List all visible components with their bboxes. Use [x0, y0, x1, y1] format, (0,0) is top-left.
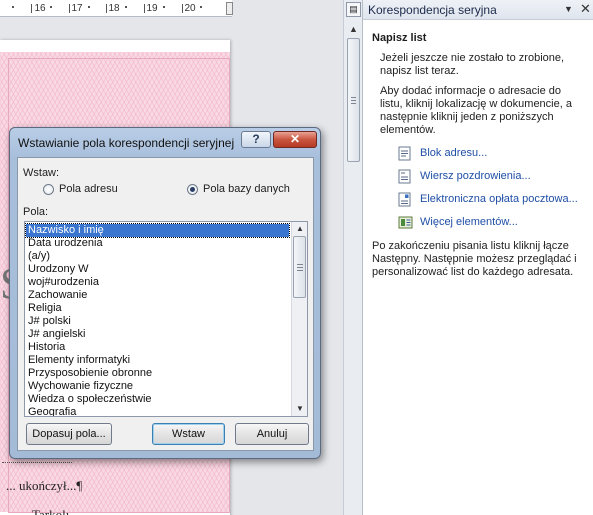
close-button[interactable]: ✕	[273, 131, 317, 148]
task-pane-title: Korespondencja seryjna	[368, 3, 497, 17]
link-label: Wiersz pozdrowienia...	[420, 170, 531, 182]
scroll-up-icon[interactable]: ▲	[346, 22, 361, 36]
list-item[interactable]: J# polski	[26, 315, 289, 328]
list-scrollbar[interactable]: ▲ ▼	[291, 222, 307, 416]
list-item[interactable]: Wiedza o społeczeństwie	[26, 393, 289, 406]
page-text-line: Tarkolı	[32, 507, 70, 515]
help-button[interactable]: ?	[241, 131, 271, 148]
greeting-line-link[interactable]: Wiersz pozdrowienia...	[398, 169, 578, 185]
scroll-thumb[interactable]	[347, 38, 360, 162]
link-label: Więcej elementów...	[420, 216, 518, 228]
list-item[interactable]: Religia	[26, 302, 289, 315]
ruler-dot	[88, 6, 90, 8]
dialog-body: Wstaw: Pola adresu Pola bazy danych Pola…	[17, 157, 314, 451]
ruler-mark	[31, 4, 32, 13]
link-label: Blok adresu...	[420, 147, 488, 159]
fields-label: Pola:	[23, 206, 49, 218]
address-block-link[interactable]: Blok adresu...	[398, 146, 578, 162]
ruler-margin-marker[interactable]	[226, 2, 233, 15]
list-item[interactable]: (a/y)	[26, 250, 289, 263]
instruction-text: Jeżeli jeszcze nie zostało to zrobione, …	[380, 52, 565, 77]
mail-merge-task-pane: Korespondencja seryjna ▼ ✕ Napisz list J…	[362, 0, 593, 515]
ruler-dot	[125, 6, 127, 8]
radio-circle-selected	[187, 184, 198, 195]
pane-close-icon[interactable]: ✕	[580, 1, 591, 17]
task-pane-header: Korespondencja seryjna ▼ ✕	[363, 0, 593, 20]
ruler-dot	[12, 6, 14, 8]
list-item[interactable]: Data urodzenia	[26, 237, 289, 250]
list-scroll-thumb[interactable]	[293, 236, 306, 298]
instruction-text: Po zakończeniu pisania listu kliknij łąc…	[372, 240, 577, 278]
insert-merge-field-dialog: Wstawianie pola korespondencji seryjnej …	[9, 127, 321, 459]
scroll-down-icon[interactable]: ▼	[292, 402, 307, 416]
page-text-line: ... ukończył...¶	[6, 478, 83, 493]
radio-circle	[43, 184, 54, 195]
more-items-link[interactable]: Więcej elementów...	[398, 215, 578, 231]
grip-icon	[351, 97, 356, 104]
ruler-mark	[144, 4, 145, 13]
list-item[interactable]: Elementy informatyki	[26, 354, 289, 367]
page-dotted-line	[2, 462, 72, 463]
ruler-dot	[200, 6, 202, 8]
ruler-dot	[163, 6, 165, 8]
list-item[interactable]: Wychowanie fizyczne	[26, 380, 289, 393]
fields-listbox[interactable]: Nazwisko i imię Data urodzenia (a/y) Uro…	[24, 221, 308, 417]
insert-button[interactable]: Wstaw	[152, 423, 225, 445]
document-vertical-scrollbar[interactable]: ▤ ▲	[343, 0, 362, 515]
electronic-postage-link[interactable]: Elektroniczna opłata pocztowa...	[398, 192, 588, 208]
step-heading: Napisz list	[372, 32, 427, 44]
ruler-dot	[50, 6, 52, 8]
insert-label: Wstaw:	[23, 167, 60, 179]
list-item[interactable]: Przysposobienie obronne	[26, 367, 289, 380]
ruler-tick: 16	[34, 3, 46, 14]
greeting-line-icon	[398, 169, 411, 184]
list-item[interactable]: Zachowanie	[26, 289, 289, 302]
database-fields-radio[interactable]: Pola bazy danych	[187, 183, 307, 197]
radio-label: Pola bazy danych	[203, 183, 290, 195]
grip-icon	[297, 264, 303, 271]
fields-list: Nazwisko i imię Data urodzenia (a/y) Uro…	[25, 223, 290, 416]
instruction-text: Aby dodać informacje o adresacie do list…	[380, 85, 572, 136]
list-item[interactable]: Geografia	[26, 406, 289, 416]
ruler-mark	[106, 4, 107, 13]
dialog-title: Wstawianie pola korespondencji seryjnej	[18, 136, 235, 150]
pane-options-dropdown-icon[interactable]: ▼	[564, 4, 573, 14]
link-label: Elektroniczna opłata pocztowa...	[420, 193, 578, 205]
match-fields-button[interactable]: Dopasuj pola...	[26, 423, 112, 445]
ruler-mark	[69, 4, 70, 13]
cancel-button[interactable]: Anuluj	[235, 423, 309, 445]
address-fields-radio[interactable]: Pola adresu	[43, 183, 143, 197]
list-item[interactable]: J# angielski	[26, 328, 289, 341]
list-item[interactable]: Urodzony W	[26, 263, 289, 276]
scroll-up-icon[interactable]: ▲	[292, 222, 307, 236]
address-block-icon	[398, 146, 411, 161]
ruler-mark	[182, 4, 183, 13]
horizontal-ruler[interactable]: 16 17 18 19 20	[0, 0, 233, 17]
list-item-selected[interactable]: Nazwisko i imię	[25, 223, 290, 238]
electronic-postage-icon	[398, 192, 411, 207]
list-item[interactable]: woj#urodzenia	[26, 276, 289, 289]
radio-label: Pola adresu	[59, 183, 118, 195]
more-items-icon	[398, 216, 413, 229]
view-ruler-icon[interactable]: ▤	[346, 2, 361, 17]
list-item[interactable]: Historia	[26, 341, 289, 354]
